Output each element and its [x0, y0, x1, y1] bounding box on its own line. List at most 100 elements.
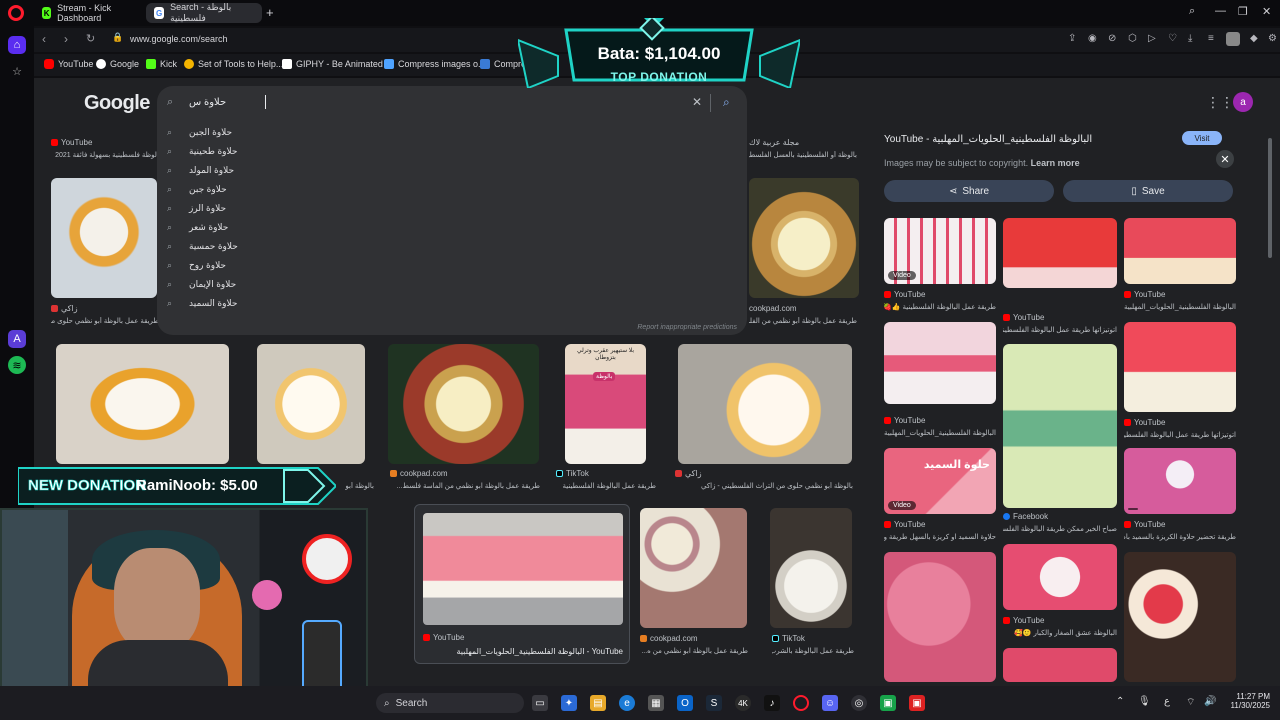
opera-taskbar-icon[interactable]: [793, 695, 809, 711]
steam-icon[interactable]: S: [706, 695, 722, 711]
tab-kick-dashboard[interactable]: K Stream - Kick Dashboard: [34, 3, 142, 23]
result-caption[interactable]: طريقة عمل بالوظة ابو نظمي من الماسة فلسط…: [390, 482, 540, 490]
cube-icon[interactable]: ⬡: [1128, 33, 1137, 44]
panel-source[interactable]: YouTube: [1003, 313, 1044, 322]
panel-image[interactable]: [1003, 344, 1117, 508]
bookmark-tools[interactable]: Set of Tools to Help...: [184, 59, 283, 69]
copilot-icon[interactable]: ✦: [561, 695, 577, 711]
account-avatar[interactable]: a: [1233, 92, 1253, 112]
download-icon[interactable]: ⤓: [1188, 33, 1192, 44]
search-input[interactable]: حلاوة س: [189, 97, 226, 108]
panel-caption[interactable]: طريقة عمل البالوظة الفلسطينية 👍🍓: [884, 303, 996, 311]
task-view-icon[interactable]: ▭: [532, 695, 548, 711]
result-source[interactable]: زاكي: [675, 469, 702, 478]
suggestion-item[interactable]: ⌕ حلاوة السميد: [157, 294, 747, 313]
microphone-icon[interactable]: 🎙: [1138, 696, 1151, 707]
result-caption[interactable]: بالوظة أبو نظمي حلوى من التراث الفلسطيني…: [675, 482, 853, 490]
panel-image[interactable]: Video: [884, 218, 996, 284]
panel-image[interactable]: حلوة السميد Video: [884, 448, 996, 514]
panel-source[interactable]: YouTube: [1124, 290, 1165, 299]
panel-image[interactable]: [1124, 552, 1236, 682]
panel-caption[interactable]: البالوظة الفلسطينية_الحلويات_المهلبية -: [1124, 303, 1236, 311]
menu-icon[interactable]: ≡: [1208, 33, 1214, 44]
panel-source[interactable]: YouTube: [1003, 616, 1044, 625]
panel-source[interactable]: YouTube: [1124, 418, 1165, 427]
panel-caption[interactable]: طريقة تحضير حلاوة الكريزة بالسميد بأطيب: [1124, 533, 1236, 541]
result-source[interactable]: مجلة عربية لاك: [749, 138, 799, 147]
store-icon[interactable]: ▦: [648, 695, 664, 711]
result-source[interactable]: cookpad.com: [749, 304, 797, 313]
apps-grid-icon[interactable]: ⋮⋮: [1206, 94, 1234, 111]
result-image-pouring[interactable]: [678, 344, 852, 464]
panel-image[interactable]: [1003, 648, 1117, 682]
forward-icon[interactable]: ›: [64, 32, 68, 46]
suggestion-item[interactable]: ⌕ حلاوة طحينية: [157, 142, 747, 161]
panel-caption[interactable]: اتوتيزاتها طريقة عمل البالوظة الفلسطينية: [1124, 431, 1236, 439]
result-source[interactable]: زاكي: [51, 304, 78, 313]
learn-more-link[interactable]: Learn more: [1031, 158, 1080, 168]
save-button[interactable]: ▯ Save: [1063, 180, 1233, 202]
search-tabs-icon[interactable]: ⌕: [1189, 5, 1195, 18]
panel-image[interactable]: [1003, 544, 1117, 610]
obs-icon[interactable]: ◎: [851, 695, 867, 711]
bookmark-compress[interactable]: Compress images o...: [384, 59, 486, 69]
extensions-icon[interactable]: ⚙: [1268, 33, 1277, 44]
file-explorer-icon[interactable]: ▤: [590, 695, 606, 711]
share-button[interactable]: ⋖ Share: [884, 180, 1054, 202]
wallet-icon[interactable]: ◆: [1250, 33, 1258, 44]
result-caption[interactable]: طريقة عمل بالوظة ابو نظمي من ه...: [640, 647, 748, 655]
panel-source[interactable]: YouTube: [1124, 520, 1165, 529]
result-image-tiktok-pink[interactable]: بلا ستيهير عقرب وترلي بتزوطان بالوظة: [565, 344, 646, 464]
panel-image[interactable]: [1003, 218, 1117, 288]
panel-image[interactable]: [1124, 322, 1236, 412]
result-caption[interactable]: طريقة عمل بالوظة أبو نظمي حلوى من التراث…: [51, 317, 159, 325]
bookmark-youtube[interactable]: YouTube: [44, 59, 93, 69]
spotify-icon[interactable]: ≋: [8, 356, 26, 374]
suggestion-item[interactable]: ⌕ حلاوة الإيمان: [157, 275, 747, 294]
result-card-selected[interactable]: YouTube YouTube - البالوظة الفلسطينية_ال…: [414, 504, 630, 664]
suggestion-item[interactable]: ⌕ حلاوة الرز: [157, 199, 747, 218]
result-source[interactable]: cookpad.com: [640, 634, 698, 643]
app-icon[interactable]: ▣: [880, 695, 896, 711]
result-image-balouza-pistachio[interactable]: [388, 344, 539, 464]
home-icon[interactable]: ⌂: [8, 36, 26, 54]
result-image-pudding[interactable]: [51, 178, 157, 298]
panel-source[interactable]: YouTube: [884, 416, 925, 425]
edge-icon[interactable]: e: [619, 695, 635, 711]
tray-chevron-icon[interactable]: ⌃: [1116, 696, 1124, 707]
tiktok-icon[interactable]: ♪: [764, 695, 780, 711]
panel-image[interactable]: [884, 552, 996, 682]
taskbar-search[interactable]: ⌕ Search: [376, 693, 524, 713]
profile-avatar[interactable]: [1226, 32, 1240, 46]
result-image-cups[interactable]: [640, 508, 747, 628]
suggestion-item[interactable]: ⌕ حلاوة حمسية: [157, 237, 747, 256]
star-icon[interactable]: ☆: [8, 62, 26, 80]
tab-google-search[interactable]: G Search - بالوظة فلسطينية: [146, 2, 262, 23]
minimize-button[interactable]: —: [1215, 5, 1226, 17]
result-caption[interactable]: طريقة عمل البالوظة الفلسطينية: [556, 482, 656, 490]
result-image-tiktok-stirring[interactable]: [770, 508, 852, 628]
player-icon[interactable]: ▷: [1148, 33, 1156, 44]
suggestion-item[interactable]: ⌕ حلاوة جبن: [157, 180, 747, 199]
suggestion-item[interactable]: ⌕ حلاوة الجبن: [157, 123, 747, 142]
clear-search-icon[interactable]: ✕: [692, 95, 702, 109]
volume-icon[interactable]: 🔊: [1204, 696, 1216, 707]
result-image-heart-pudding[interactable]: [56, 344, 229, 464]
suggestion-item[interactable]: ⌕ حلاوة المولد: [157, 161, 747, 180]
bookmark-kick[interactable]: Kick: [146, 59, 177, 69]
visit-button[interactable]: Visit: [1182, 131, 1222, 145]
panel-image[interactable]: [1124, 218, 1236, 284]
panel-caption[interactable]: حلاوة السميد او كريزة بالسهل طريقة والذ: [884, 533, 996, 541]
language-indicator[interactable]: ع: [1164, 696, 1170, 707]
result-source[interactable]: TikTok: [772, 634, 805, 643]
reload-icon[interactable]: ↻: [86, 32, 95, 45]
panel-image[interactable]: [1124, 448, 1236, 514]
camera-icon[interactable]: ◉: [1088, 33, 1097, 44]
result-caption[interactable]: بالوظة فلسطينية بسهولة فائقة 2021: [51, 151, 161, 159]
search-submit-icon[interactable]: ⌕: [723, 95, 730, 110]
clock[interactable]: 11:27 PM 11/30/2025: [1226, 692, 1270, 710]
discord-icon[interactable]: ☺: [822, 695, 838, 711]
app-red-icon[interactable]: ▣: [909, 695, 925, 711]
google-logo[interactable]: Google: [84, 92, 150, 115]
back-icon[interactable]: ‹: [42, 32, 46, 46]
